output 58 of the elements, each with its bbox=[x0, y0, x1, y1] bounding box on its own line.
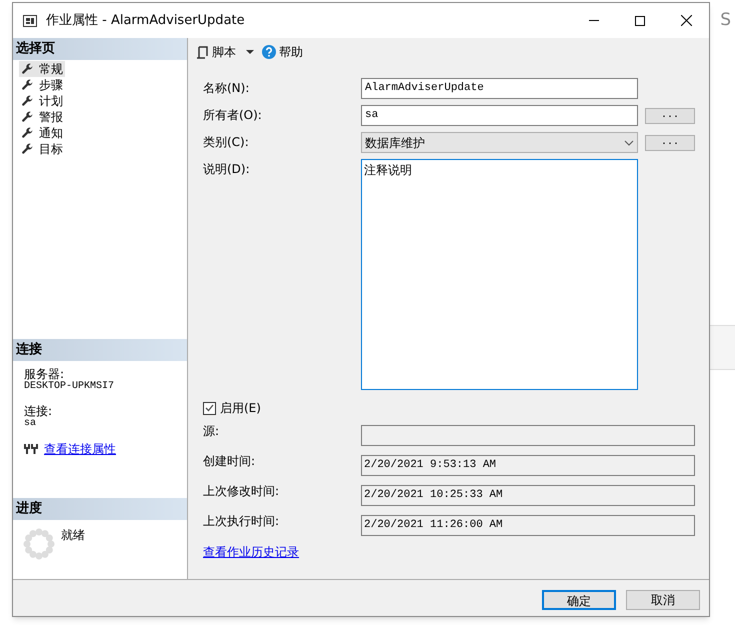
window-title: 作业属性 - AlarmAdviserUpdate bbox=[46, 12, 245, 30]
category-dropdown[interactable]: 数据库维护 bbox=[361, 132, 638, 153]
connection-user: sa bbox=[24, 418, 38, 430]
connection-label: 连接: bbox=[24, 404, 54, 418]
section-header: 选择页 bbox=[13, 38, 187, 60]
text-field[interactable]: AlarmAdviserUpdate bbox=[361, 78, 638, 99]
field-label: 所有者(O): bbox=[203, 107, 263, 124]
sidebar-item[interactable]: 计划 bbox=[19, 93, 65, 109]
background-text: S bbox=[720, 9, 731, 32]
field-label: 创建时间: bbox=[203, 453, 256, 470]
description-textarea[interactable]: 注释说明 bbox=[361, 159, 638, 390]
section-header: 连接 bbox=[13, 339, 187, 361]
server-label: 服务器: bbox=[24, 367, 66, 381]
help-button[interactable]: 帮助 bbox=[262, 43, 303, 61]
field-label: 说明(D): bbox=[203, 161, 251, 178]
sidebar-item[interactable]: 常规 bbox=[19, 61, 65, 77]
wrench-icon bbox=[21, 62, 34, 76]
help-icon bbox=[262, 45, 276, 59]
checkbox[interactable] bbox=[203, 402, 216, 414]
dialog-button[interactable]: 确定 bbox=[542, 590, 616, 610]
sidebar-item[interactable]: 通知 bbox=[19, 125, 65, 141]
spinner-icon bbox=[23, 528, 55, 560]
field-label: 上次修改时间: bbox=[203, 483, 280, 500]
browse-button[interactable]: ... bbox=[645, 108, 695, 124]
readonly-field: 2/20/2021 10:25:33 AM bbox=[361, 485, 695, 506]
field-label: 源: bbox=[203, 423, 220, 440]
minimize-icon bbox=[589, 20, 599, 21]
checkbox-label: 启用(E) bbox=[220, 400, 261, 417]
sidebar-item[interactable]: 警报 bbox=[19, 109, 65, 125]
wrench-icon bbox=[21, 94, 34, 108]
check-icon bbox=[205, 404, 214, 412]
wrench-icon bbox=[21, 110, 34, 124]
server-name: DESKTOP-UPKMSI7 bbox=[24, 381, 116, 393]
script-icon bbox=[196, 46, 208, 58]
readonly-field: 2/20/2021 11:26:00 AM bbox=[361, 515, 695, 536]
script-button[interactable]: 脚本 bbox=[196, 43, 236, 61]
wrench-icon bbox=[21, 78, 34, 92]
job-history-link[interactable]: 查看作业历史记录 bbox=[203, 543, 299, 561]
dropdown-arrow-icon[interactable] bbox=[246, 50, 254, 54]
text-field[interactable]: sa bbox=[361, 105, 638, 126]
connection-properties-link[interactable]: 查看连接属性 bbox=[44, 440, 116, 458]
wrench-icon bbox=[21, 126, 34, 140]
field-label: 类别(C): bbox=[203, 134, 250, 151]
maximize-icon bbox=[635, 16, 645, 26]
sidebar-item[interactable]: 目标 bbox=[19, 141, 65, 157]
browse-button[interactable]: ... bbox=[645, 134, 695, 150]
plug-icon bbox=[24, 443, 38, 455]
progress-status: 就绪 bbox=[61, 527, 85, 544]
section-header: 进度 bbox=[13, 498, 187, 520]
close-icon bbox=[680, 15, 692, 26]
window-icon bbox=[23, 14, 37, 26]
chevron-down-icon bbox=[624, 140, 634, 146]
sidebar-item[interactable]: 步骤 bbox=[19, 77, 65, 93]
field-label: 名称(N): bbox=[203, 80, 250, 97]
field-label: 上次执行时间: bbox=[203, 513, 280, 530]
readonly-field: 2/20/2021 9:53:13 AM bbox=[361, 455, 695, 476]
dialog-button[interactable]: 取消 bbox=[626, 590, 700, 610]
wrench-icon bbox=[21, 142, 34, 156]
